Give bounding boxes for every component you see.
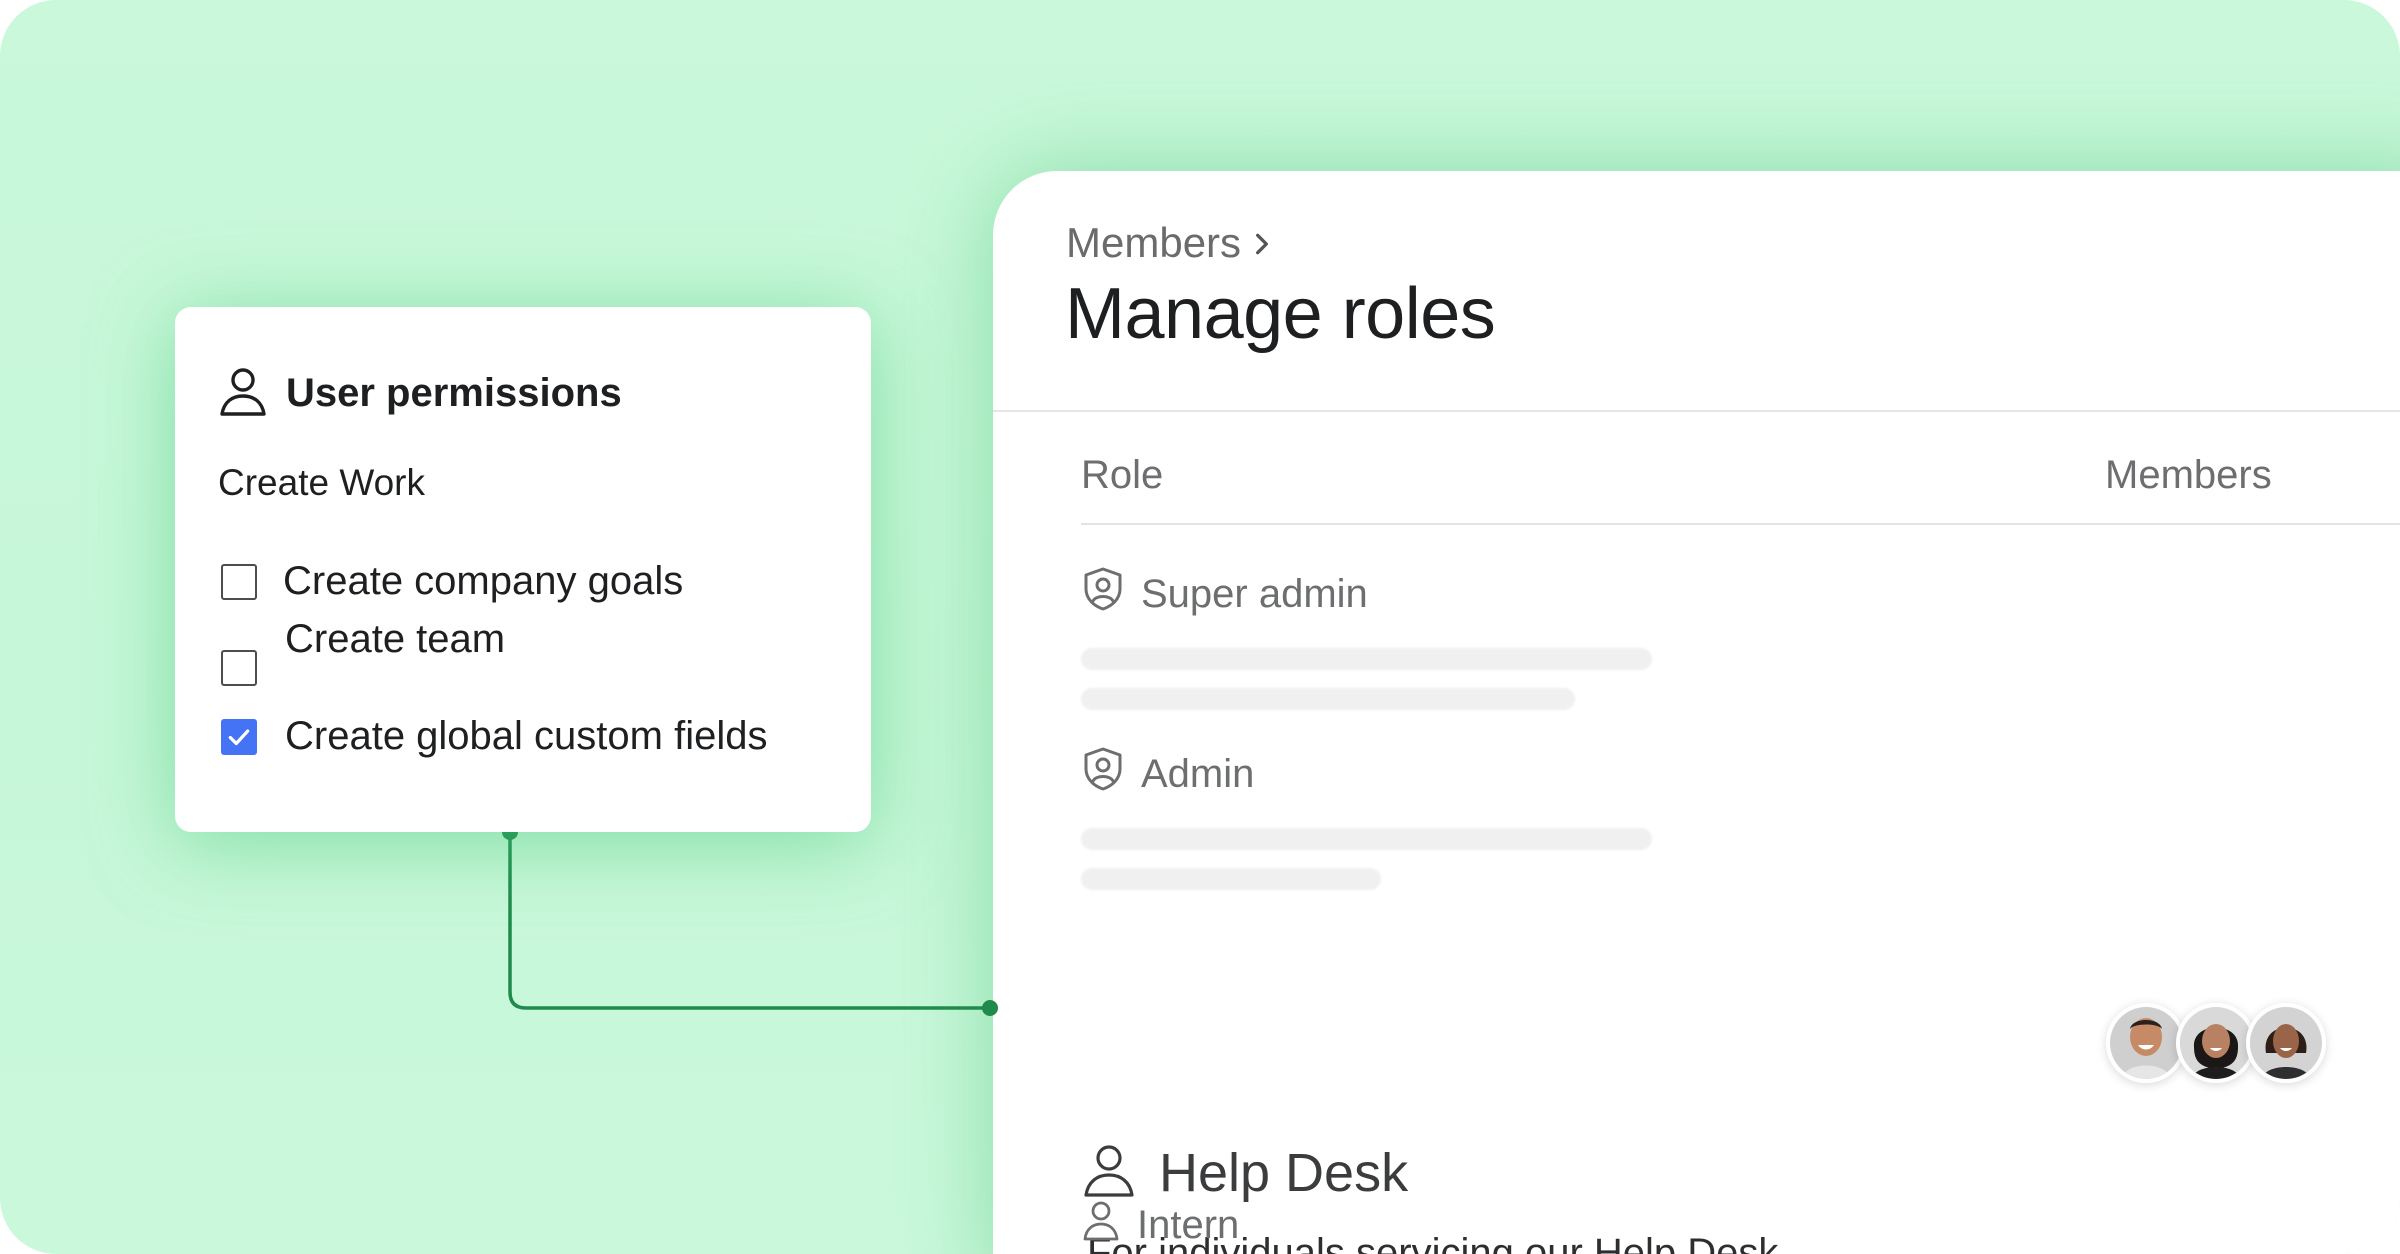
card-header: User permissions bbox=[218, 365, 622, 422]
skeleton-line bbox=[1081, 868, 1381, 890]
chevron-right-icon bbox=[1249, 219, 1275, 267]
table-divider bbox=[1081, 523, 2400, 525]
user-icon bbox=[1081, 1141, 1137, 1204]
user-icon bbox=[1081, 1199, 1121, 1251]
page-title: Manage roles bbox=[1065, 274, 1496, 354]
shield-user-icon bbox=[1081, 566, 1125, 622]
breadcrumb-members-link[interactable]: Members bbox=[1066, 219, 1241, 267]
checkbox[interactable] bbox=[221, 650, 257, 686]
avatar[interactable] bbox=[2176, 1003, 2256, 1083]
checkbox-checked[interactable] bbox=[221, 718, 257, 755]
user-icon bbox=[218, 365, 268, 422]
user-permissions-card: User permissions Create Work Create comp… bbox=[175, 307, 871, 832]
role-name: Super admin bbox=[1141, 571, 1368, 616]
manage-roles-panel: Members Manage roles Role Members Super … bbox=[993, 171, 2400, 1254]
column-header-role: Role bbox=[1081, 453, 1164, 497]
skeleton-line bbox=[1081, 648, 1652, 670]
role-name: Intern bbox=[1137, 1202, 1240, 1247]
skeleton-line bbox=[1081, 688, 1575, 710]
checkmark-icon bbox=[228, 728, 250, 745]
checkbox[interactable] bbox=[221, 563, 257, 600]
role-row-intern[interactable]: Intern bbox=[1081, 1199, 1239, 1251]
role-row-help-desk[interactable]: Help Desk bbox=[1081, 1141, 1408, 1204]
header-divider bbox=[993, 410, 2400, 412]
permission-create-company-goals[interactable]: Create company goals bbox=[221, 559, 683, 604]
permission-label: Create company goals bbox=[283, 559, 684, 603]
avatar[interactable] bbox=[2246, 1003, 2326, 1083]
role-row-super-admin[interactable]: Super admin bbox=[1081, 566, 1368, 622]
canvas-background: Members Manage roles Role Members Super … bbox=[0, 0, 2400, 1254]
permission-label: Create team bbox=[285, 616, 506, 661]
shield-user-icon bbox=[1081, 746, 1125, 802]
breadcrumb[interactable]: Members bbox=[1066, 219, 1275, 267]
avatar[interactable] bbox=[2106, 1003, 2186, 1083]
skeleton-line bbox=[1081, 828, 1652, 850]
member-avatars[interactable] bbox=[2106, 1003, 2326, 1083]
permission-label: Create global custom fields bbox=[285, 714, 768, 758]
card-title: User permissions bbox=[286, 371, 622, 415]
permission-create-global-custom-fields[interactable]: Create global custom fields bbox=[221, 714, 767, 759]
section-heading: Create Work bbox=[218, 462, 425, 503]
role-row-admin[interactable]: Admin bbox=[1081, 746, 1254, 802]
role-name: Admin bbox=[1141, 751, 1255, 796]
column-header-members: Members bbox=[2105, 453, 2272, 497]
permission-create-team[interactable]: Create team bbox=[221, 616, 506, 686]
role-name: Help Desk bbox=[1159, 1142, 1409, 1203]
